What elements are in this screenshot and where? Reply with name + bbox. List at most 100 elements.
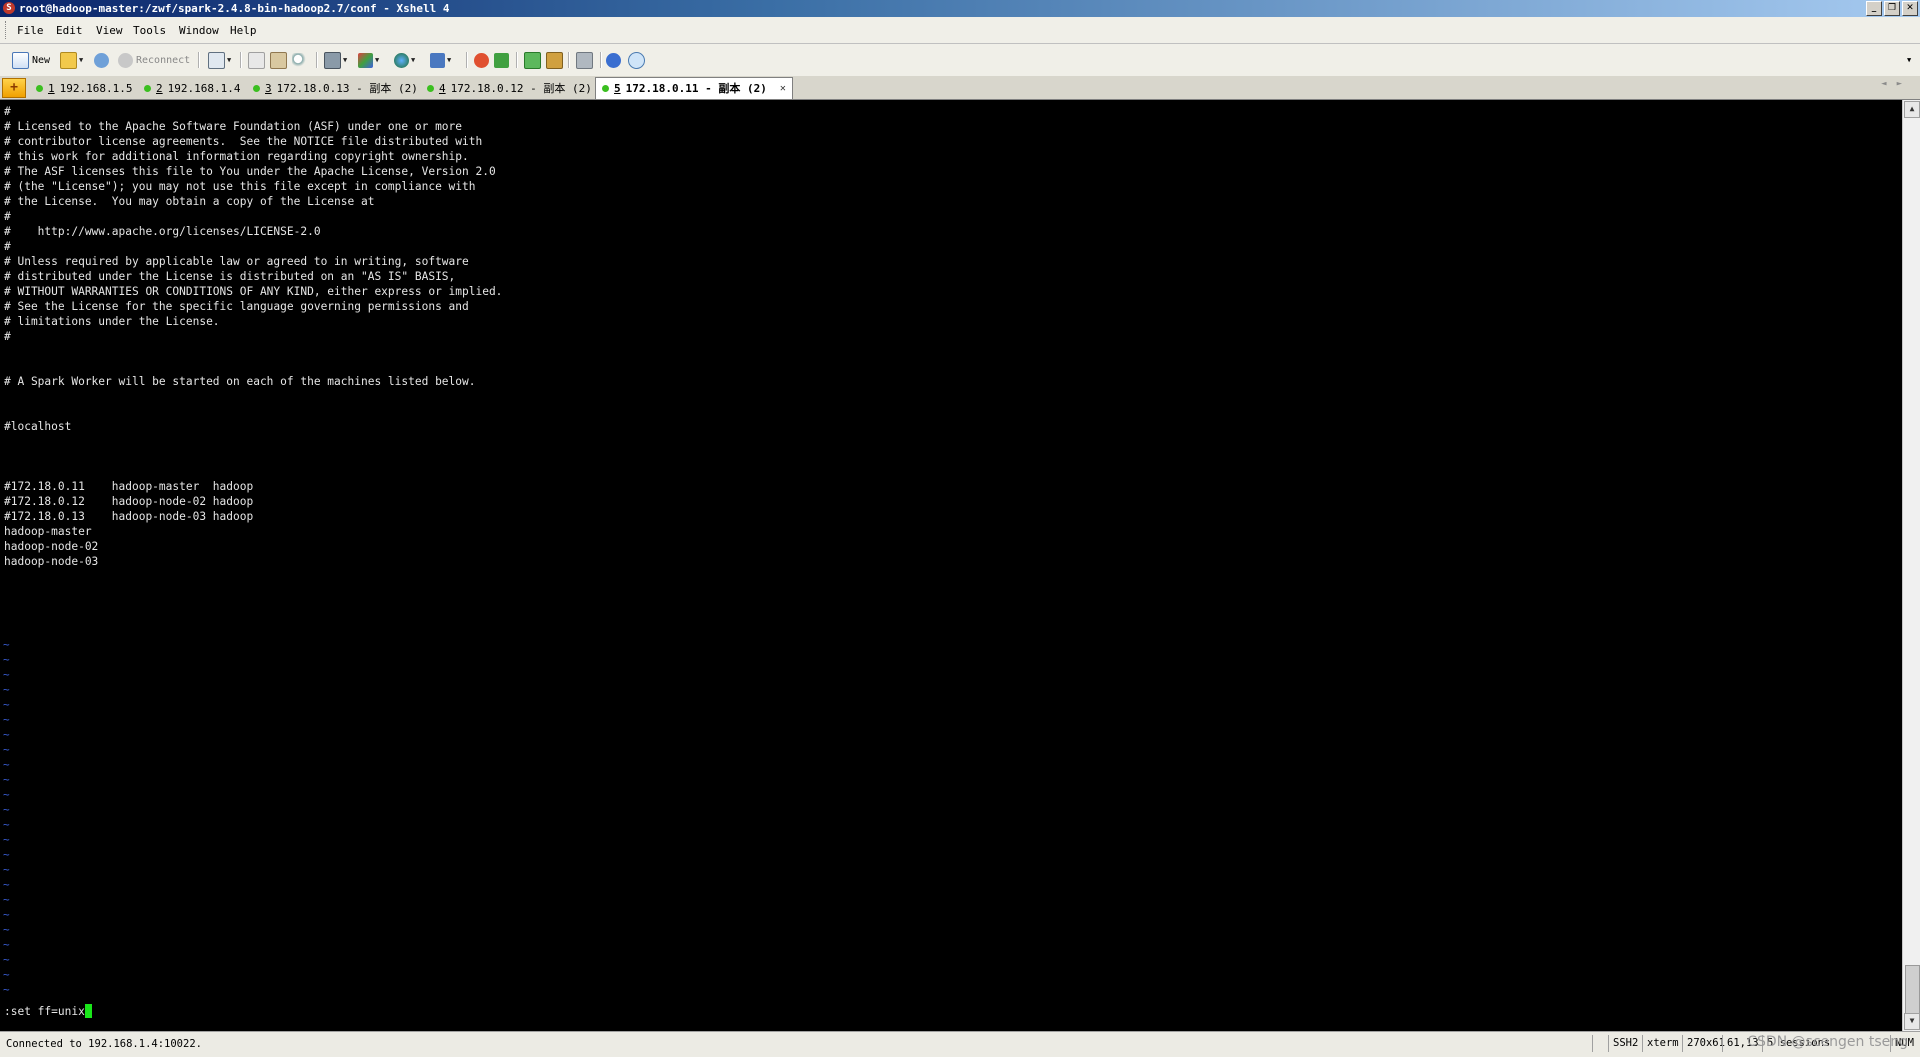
lock-icon: [546, 51, 563, 69]
terminal-line: #: [4, 330, 11, 343]
window-title: root@hadoop-master:/zwf/spark-2.4.8-bin-…: [19, 2, 450, 15]
connection-status: Connected to 192.168.1.4:10022.: [6, 1038, 202, 1050]
tab-label: 192.168.1.5: [59, 82, 133, 95]
terminal-type-status: xterm: [1642, 1035, 1679, 1052]
transfer-icon: [494, 52, 509, 68]
terminal-view[interactable]: # # Licensed to the Apache Software Found…: [0, 100, 1902, 1031]
globe-icon: [394, 52, 409, 68]
menu-help[interactable]: Help: [230, 24, 257, 37]
tab-session-3[interactable]: 3 172.18.0.13 - 副本 (2): [247, 79, 424, 98]
find-button[interactable]: [292, 51, 307, 69]
toolbar-overflow-button[interactable]: ▼: [1907, 51, 1911, 69]
copy-button[interactable]: [248, 51, 265, 69]
vim-command-line: :set ff=unix: [4, 1004, 92, 1019]
print-button[interactable]: ▼: [324, 51, 347, 69]
terminal-line: #: [4, 210, 11, 223]
scrollbar-thumb[interactable]: [1905, 965, 1920, 1015]
terminal-line: # contributor license agreements. See th…: [4, 135, 483, 148]
keyboard-icon: [576, 51, 593, 69]
connected-status-icon: [36, 85, 43, 92]
new-session-button[interactable]: New: [12, 51, 50, 69]
tab-session-4[interactable]: 4 172.18.0.12 - 副本 (2): [421, 79, 598, 98]
tab-session-5[interactable]: 5 172.18.0.11 - 副本 (2) ✕: [595, 77, 793, 99]
disconnect-button[interactable]: [94, 51, 109, 69]
properties-button[interactable]: ▼: [208, 51, 231, 69]
transfer-button[interactable]: [494, 51, 509, 69]
vim-tilde-marker: ~: [3, 878, 10, 891]
menu-window[interactable]: Window: [179, 24, 219, 37]
vim-tilde-marker: ~: [3, 788, 10, 801]
vim-tilde-marker: ~: [3, 758, 10, 771]
printer-icon: [324, 51, 341, 69]
vim-tilde-marker: ~: [3, 833, 10, 846]
vim-tilde-marker: ~: [3, 983, 10, 996]
chevron-down-icon: ▼: [1907, 56, 1912, 64]
reconnect-button[interactable]: Reconnect: [118, 51, 190, 69]
toolbar-separator: [240, 52, 242, 68]
fullscreen-button[interactable]: [524, 51, 541, 69]
help-button[interactable]: [606, 51, 621, 69]
vim-tilde-marker: ~: [3, 773, 10, 786]
vim-tilde-marker: ~: [3, 863, 10, 876]
open-button[interactable]: ▼: [60, 51, 83, 69]
terminal-line: #172.18.0.13 hadoop-node-03 hadoop: [4, 510, 254, 523]
vim-tilde-marker: ~: [3, 668, 10, 681]
font-button[interactable]: ▼: [430, 51, 451, 69]
terminal-line: # this work for additional information r…: [4, 150, 469, 163]
terminal-line: # http://www.apache.org/licenses/LICENSE…: [4, 225, 321, 238]
tab-session-1[interactable]: 1 192.168.1.5: [30, 79, 138, 98]
vim-tilde-marker: ~: [3, 848, 10, 861]
scroll-up-button[interactable]: ▲: [1904, 101, 1920, 118]
link-icon: [94, 52, 109, 68]
vim-tilde-marker: ~: [3, 653, 10, 666]
paste-button[interactable]: [270, 51, 287, 69]
tab-close-icon[interactable]: ✕: [780, 79, 786, 98]
terminal-scrollbar[interactable]: ▲ ▼: [1902, 100, 1920, 1031]
tab-number: 5: [614, 82, 621, 95]
fullscreen-icon: [524, 51, 541, 69]
terminal-line: hadoop-node-02: [4, 540, 99, 553]
globe-button[interactable]: ▼: [394, 51, 415, 69]
tab-session-2[interactable]: 2 192.168.1.4: [138, 79, 246, 98]
xftp-icon: [474, 52, 489, 68]
menu-file[interactable]: File: [17, 24, 44, 37]
font-icon: [430, 52, 445, 68]
vim-tilde-marker: ~: [3, 713, 10, 726]
minimize-button[interactable]: _: [1866, 1, 1882, 16]
vim-tilde-marker: ~: [3, 818, 10, 831]
color-scheme-button[interactable]: ▼: [358, 51, 379, 69]
restore-button[interactable]: ❐: [1884, 1, 1900, 16]
terminal-line: #: [4, 105, 11, 118]
vim-tilde-marker: ~: [3, 638, 10, 651]
arrow-up-icon: ▲: [1909, 104, 1915, 113]
menu-view[interactable]: View: [96, 24, 123, 37]
close-button[interactable]: ✕: [1902, 1, 1918, 16]
toolbar-separator: [316, 52, 318, 68]
tab-scroll-arrows[interactable]: ◄►: [1881, 79, 1912, 89]
vim-empty-line-markers: ~ ~ ~ ~ ~ ~ ~ ~ ~ ~ ~ ~ ~ ~ ~ ~ ~ ~ ~ ~ ~ ~ ~ ~: [3, 637, 10, 997]
scroll-down-button[interactable]: ▼: [1904, 1013, 1920, 1030]
terminal-line: # Unless required by applicable law or a…: [4, 255, 469, 268]
menu-tools[interactable]: Tools: [133, 24, 166, 37]
tab-label: 172.18.0.13 - 副本 (2): [276, 82, 418, 95]
keyboard-button[interactable]: [576, 51, 593, 69]
toolbar-separator: [198, 52, 200, 68]
terminal-cursor: [84, 1004, 92, 1018]
lock-button[interactable]: [546, 51, 563, 69]
vim-tilde-marker: ~: [3, 968, 10, 981]
new-session-icon: [12, 51, 29, 69]
new-label: New: [32, 54, 51, 66]
terminal-size-status: 270x61: [1682, 1035, 1725, 1052]
xftp-button[interactable]: [474, 51, 489, 69]
menu-edit[interactable]: Edit: [56, 24, 83, 37]
new-tab-button[interactable]: +: [2, 78, 26, 98]
chat-button[interactable]: [628, 51, 645, 69]
tab-number: 4: [439, 82, 446, 95]
color-scheme-icon: [358, 52, 373, 68]
vim-tilde-marker: ~: [3, 893, 10, 906]
vim-tilde-marker: ~: [3, 923, 10, 936]
